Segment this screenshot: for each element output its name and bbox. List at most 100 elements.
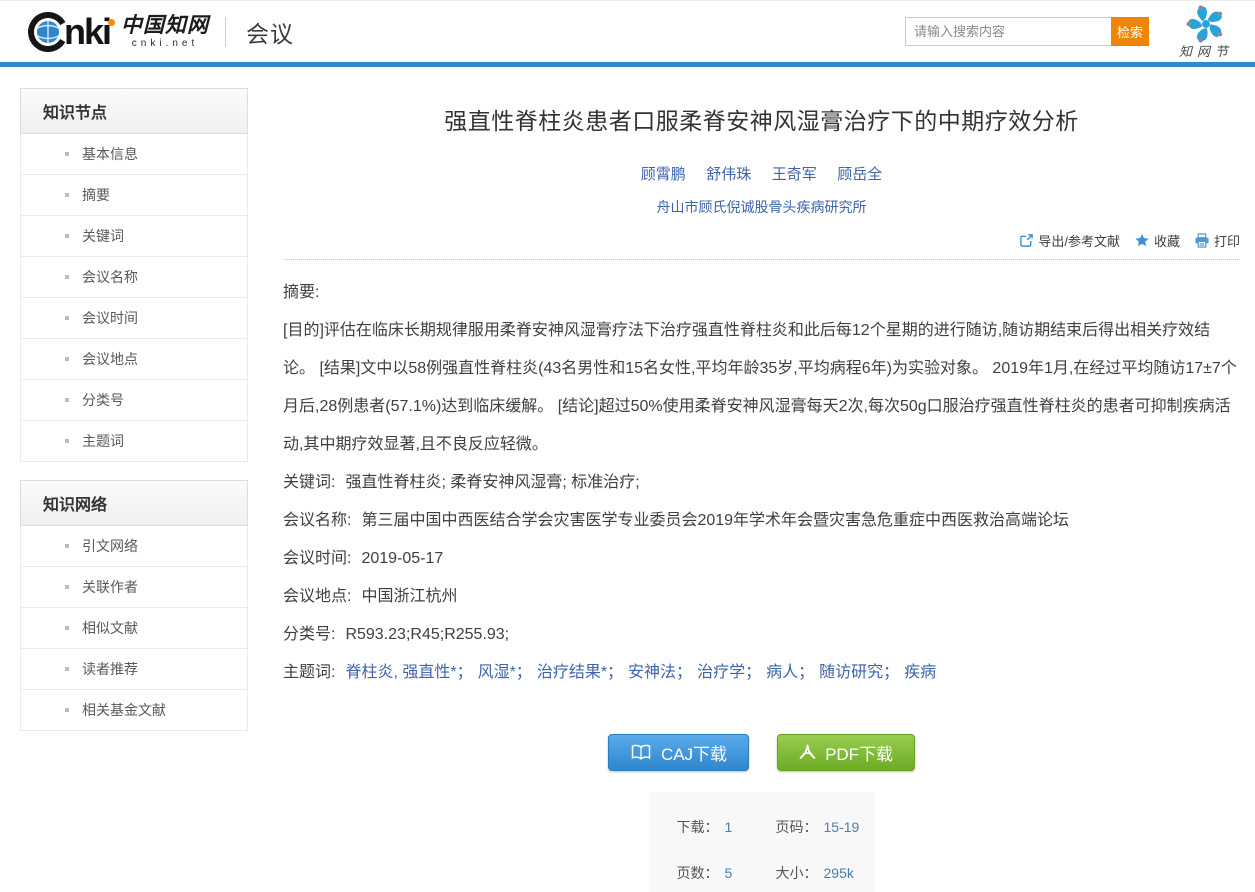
bullet-icon — [65, 626, 69, 630]
bullet-icon — [65, 275, 69, 279]
conference-date-value: 2019-05-17 — [361, 550, 443, 567]
cnki-logo-domain: cnki.net — [121, 38, 209, 49]
subject-terms-label: 主题词: — [283, 664, 335, 681]
conference-place-label: 会议地点: — [283, 588, 351, 605]
bullet-icon — [65, 585, 69, 589]
search-button[interactable]: 检索 — [1111, 17, 1149, 46]
export-reference-button[interactable]: 导出/参考文献 — [1019, 231, 1120, 250]
sidebar-item-label: 会议地点 — [82, 349, 138, 369]
sidebar-item-label: 摘要 — [82, 185, 110, 205]
sidebar-item-citation-network[interactable]: 引文网络 — [20, 526, 248, 567]
keywords-row: 关键词: 强直性脊柱炎; 柔脊安神风湿膏; 标准治疗; — [283, 464, 1240, 502]
subject-terms-row: 主题词: 脊柱炎, 强直性*； 风湿*； 治疗结果*； 安神法； 治疗学； 病人； 随访研究；… — [283, 654, 1240, 692]
sidebar-item-label: 主题词 — [82, 431, 124, 451]
abstract-label: 摘要: — [283, 274, 1240, 312]
bullet-icon — [65, 708, 69, 712]
sidebar-item-conference-place[interactable]: 会议地点 — [20, 339, 248, 380]
author-link[interactable]: 顾霄鹏 — [641, 166, 686, 183]
book-icon — [630, 744, 652, 761]
bullet-icon — [65, 398, 69, 402]
clc-number-label: 分类号: — [283, 626, 335, 643]
pdf-person-icon — [799, 744, 816, 761]
cnki-logo[interactable]: nki 中国知网 cnki.net — [26, 10, 209, 54]
bullet-icon — [65, 152, 69, 156]
subject-term-link[interactable]: 随访研究； — [819, 664, 899, 681]
sidebar-item-label: 引文网络 — [82, 536, 138, 556]
conference-place-value: 中国浙江杭州 — [361, 588, 457, 605]
conference-name-row: 会议名称:第三届中国中西医结合学会灾害医学专业委员会2019年学术年会暨灾害急危… — [283, 502, 1240, 540]
bullet-icon — [65, 193, 69, 197]
logo-orange-dot — [108, 19, 115, 26]
subject-term-link[interactable]: 治疗学； — [697, 664, 761, 681]
affiliation-link[interactable]: 舟山市顾氏倪诚股骨头疾病研究所 — [657, 199, 867, 215]
favorite-button[interactable]: 收藏 — [1134, 231, 1180, 250]
sidebar: 知识节点 基本信息 摘要 关键词 会议名称 会议时间 会议地点 分类号 主题词 … — [20, 88, 248, 892]
keywords-label: 关键词: — [283, 474, 335, 491]
cnki-logo-chinese: 中国知网 — [121, 14, 209, 37]
caj-download-button[interactable]: CAJ下载 — [608, 734, 749, 771]
cnki-logo-letters: nki — [64, 14, 117, 50]
author-link[interactable]: 王奇军 — [772, 166, 817, 183]
subject-term-link[interactable]: 疾病 — [904, 664, 936, 681]
sidebar-item-related-authors[interactable]: 关联作者 — [20, 567, 248, 608]
keywords-value: 强直性脊柱炎; 柔脊安神风湿膏; 标准治疗; — [345, 474, 639, 491]
stat-page-range: 页码：15-19 — [776, 817, 875, 837]
zhiwangjie-logo[interactable]: 知网节 — [1179, 4, 1233, 60]
sidebar-item-label: 相似文献 — [82, 618, 138, 638]
sidebar-item-conference-name[interactable]: 会议名称 — [20, 257, 248, 298]
header-divider — [225, 17, 226, 47]
sidebar-item-keywords[interactable]: 关键词 — [20, 216, 248, 257]
article-toolbar: 导出/参考文献 收藏 打印 — [283, 231, 1240, 260]
subject-term-link[interactable]: 治疗结果*； — [537, 664, 623, 681]
printer-icon — [1194, 233, 1210, 248]
sidebar-item-conference-date[interactable]: 会议时间 — [20, 298, 248, 339]
sidebar-section-knowledge-node: 知识节点 — [20, 88, 248, 134]
bullet-icon — [65, 667, 69, 671]
sidebar-item-clc-number[interactable]: 分类号 — [20, 380, 248, 421]
download-buttons: CAJ下载 PDF下载 — [283, 734, 1240, 771]
stat-page-count: 页数：5 — [677, 863, 776, 883]
export-icon — [1019, 233, 1034, 248]
clc-number-value: R593.23;R45;R255.93; — [345, 626, 509, 643]
conference-date-label: 会议时间: — [283, 550, 351, 567]
sidebar-section-knowledge-network: 知识网络 — [20, 480, 248, 526]
subject-term-link[interactable]: 风湿*； — [478, 664, 532, 681]
pdf-download-button[interactable]: PDF下载 — [777, 734, 915, 771]
sidebar-item-label: 相关基金文献 — [82, 700, 166, 720]
sidebar-item-label: 分类号 — [82, 390, 124, 410]
author-link[interactable]: 顾岳全 — [837, 166, 882, 183]
site-header: nki 中国知网 cnki.net 会议 检索 — [0, 0, 1255, 62]
article-title: 强直性脊柱炎患者口服柔脊安神风湿膏治疗下的中期疗效分析 — [283, 102, 1240, 136]
conference-date-row: 会议时间: 2019-05-17 — [283, 540, 1240, 578]
file-stats-box: 下载：1 页码：15-19 页数：5 大小：295k — [649, 792, 875, 892]
bullet-icon — [65, 357, 69, 361]
subject-term-link[interactable]: 脊柱炎, 强直性*； — [345, 664, 472, 681]
search-bar: 检索 — [905, 17, 1149, 46]
pinwheel-icon — [1181, 4, 1231, 44]
stat-download-count: 下载：1 — [677, 817, 776, 837]
sidebar-item-label: 基本信息 — [82, 144, 138, 164]
channel-title: 会议 — [246, 15, 294, 49]
zhiwangjie-label: 知网节 — [1179, 41, 1233, 60]
clc-number-row: 分类号: R593.23;R45;R255.93; — [283, 616, 1240, 654]
star-icon — [1134, 233, 1150, 248]
sidebar-item-basic-info[interactable]: 基本信息 — [20, 134, 248, 175]
conference-name-label: 会议名称: — [283, 512, 351, 529]
search-input[interactable] — [905, 17, 1111, 46]
print-button[interactable]: 打印 — [1194, 231, 1240, 250]
sidebar-item-label: 读者推荐 — [82, 659, 138, 679]
stat-file-size: 大小：295k — [776, 863, 875, 883]
author-link[interactable]: 舒伟珠 — [706, 166, 751, 183]
sidebar-item-label: 会议时间 — [82, 308, 138, 328]
sidebar-item-similar-literature[interactable]: 相似文献 — [20, 608, 248, 649]
sidebar-item-abstract[interactable]: 摘要 — [20, 175, 248, 216]
sidebar-item-related-fund-literature[interactable]: 相关基金文献 — [20, 690, 248, 731]
sidebar-item-label: 关键词 — [82, 226, 124, 246]
bullet-icon — [65, 234, 69, 238]
subject-term-link[interactable]: 病人； — [766, 664, 814, 681]
bullet-icon — [65, 544, 69, 548]
sidebar-item-subject-terms[interactable]: 主题词 — [20, 421, 248, 462]
bullet-icon — [65, 439, 69, 443]
sidebar-item-reader-recommendation[interactable]: 读者推荐 — [20, 649, 248, 690]
subject-term-link[interactable]: 安神法； — [628, 664, 692, 681]
